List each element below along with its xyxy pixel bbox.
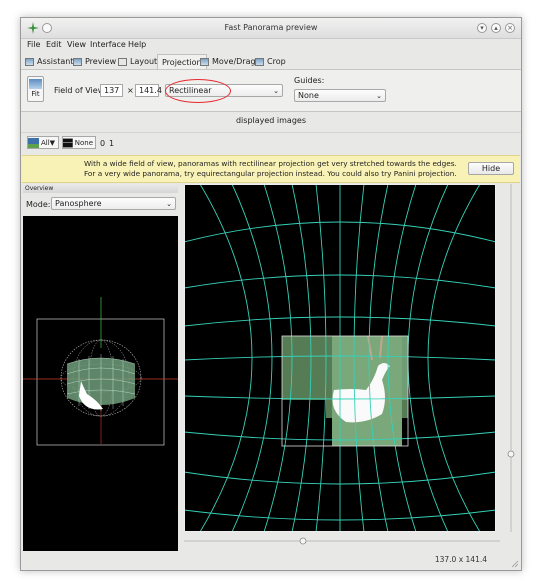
tab-bar: Assistant Preview Layout Projection Move… — [21, 53, 521, 70]
maximize-button[interactable]: ▴ — [491, 23, 501, 33]
menu-edit[interactable]: Edit — [46, 40, 62, 49]
horizontal-slider-track — [184, 537, 500, 545]
menu-view[interactable]: View — [67, 40, 86, 49]
mode-select[interactable]: Panosphere ⌄ — [51, 197, 176, 210]
crop-icon — [255, 58, 264, 66]
overview-title: Overview — [23, 184, 178, 193]
chevron-down-icon: ⌄ — [273, 87, 279, 95]
menu-bar: File Edit View Interface Help — [21, 38, 521, 52]
tab-move-drag[interactable]: Move/Drag — [200, 55, 256, 69]
tab-label: Preview — [85, 57, 117, 66]
show-all-button[interactable]: All▼ — [27, 136, 59, 149]
fit-label: Fit — [31, 90, 40, 98]
vertical-slider-track — [507, 184, 515, 532]
tab-layout[interactable]: Layout — [118, 55, 157, 69]
menu-help[interactable]: Help — [128, 40, 146, 49]
no-images-icon — [63, 138, 73, 147]
tab-label: Move/Drag — [212, 57, 256, 66]
move-drag-icon — [200, 58, 209, 66]
overview-panel: Overview Mode: Panosphere ⌄ — [23, 184, 178, 551]
mode-value: Panosphere — [55, 199, 102, 208]
status-fov: 137.0 x 141.4 — [434, 555, 487, 564]
guides-value: None — [298, 91, 319, 100]
warning-text-line1: With a wide field of view, panoramas wit… — [84, 159, 457, 168]
preview-canvas[interactable] — [183, 183, 497, 533]
horizontal-slider[interactable] — [184, 537, 500, 545]
tab-label: Assistant — [37, 57, 74, 66]
window-title: Fast Panorama preview — [224, 23, 318, 32]
mode-label: Mode: — [26, 200, 51, 209]
layout-icon — [118, 58, 127, 66]
tab-preview[interactable]: Preview — [73, 55, 116, 69]
title-bar: Fast Panorama preview ▾ ▴ × — [21, 18, 521, 39]
preview-icon — [73, 58, 82, 66]
fit-icon — [29, 79, 42, 89]
tab-crop[interactable]: Crop — [255, 55, 286, 69]
minimize-button[interactable]: ▾ — [477, 23, 487, 33]
image-toggle-0[interactable]: 0 — [100, 139, 105, 148]
main-window: Fast Panorama preview ▾ ▴ × File Edit Vi… — [20, 17, 522, 571]
fov-label: Field of View: — [54, 86, 107, 95]
image-selection-bar: All▼ None 0 1 — [21, 132, 521, 153]
fov-vertical-input[interactable]: 141.4 — [135, 84, 162, 97]
times-sign: × — [127, 86, 134, 95]
guides-select[interactable]: None ⌄ — [294, 89, 386, 102]
resize-grip-icon[interactable] — [511, 560, 519, 568]
panosphere-view — [23, 297, 178, 446]
chevron-down-icon: ⌄ — [376, 92, 382, 100]
fov-horizontal-input[interactable]: 137 — [100, 84, 123, 97]
assistant-icon — [25, 58, 34, 66]
fit-button[interactable]: Fit — [27, 76, 44, 102]
guides-label: Guides: — [294, 76, 325, 85]
projection-panel: Fit Field of View: 137 × 141.4 Rectiline… — [21, 69, 521, 112]
show-none-button[interactable]: None — [62, 136, 96, 149]
warning-text-line2: For a very wide panorama, try equirectan… — [84, 169, 457, 178]
menu-interface[interactable]: Interface — [90, 40, 126, 49]
warning-bar: With a wide field of view, panoramas wit… — [22, 155, 520, 183]
vertical-slider[interactable] — [507, 184, 515, 532]
chevron-down-icon: ⌄ — [166, 200, 172, 208]
tab-label: Crop — [267, 57, 286, 66]
image-toggle-1[interactable]: 1 — [109, 139, 114, 148]
none-label: None — [74, 138, 93, 147]
close-button[interactable]: × — [505, 23, 515, 33]
tab-assistant[interactable]: Assistant — [25, 55, 73, 69]
tab-label: Layout — [130, 57, 158, 66]
displayed-images-label: displayed images — [235, 116, 307, 125]
menu-file[interactable]: File — [27, 40, 40, 49]
hide-button[interactable]: Hide — [468, 162, 514, 175]
all-images-icon — [28, 137, 39, 148]
all-label: All▼ — [41, 138, 56, 147]
annotation-circle — [165, 79, 231, 103]
panorama-preview — [183, 183, 497, 533]
tab-label: Projection — [162, 57, 202, 67]
overview-canvas[interactable] — [23, 216, 178, 551]
